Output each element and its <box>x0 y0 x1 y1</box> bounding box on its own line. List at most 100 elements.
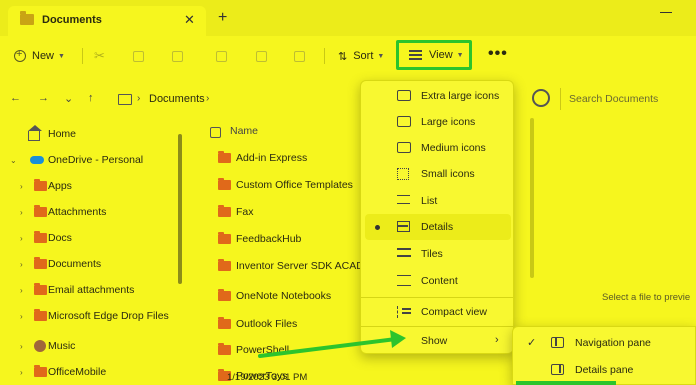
navigation-pane: Home ⌄ OneDrive - Personal › Apps › Atta… <box>0 118 190 385</box>
chevron-right-icon[interactable]: › <box>20 234 23 243</box>
menu-item-label: Navigation pane <box>575 337 651 349</box>
menu-item-tiles[interactable]: Tiles <box>365 241 511 267</box>
nav-item-music[interactable]: › Music <box>0 334 170 358</box>
nav-item-label: Docs <box>48 232 72 244</box>
nav-item-label: Email attachments <box>48 284 135 296</box>
file-row[interactable]: Add-in Express <box>216 146 376 170</box>
trash-icon <box>294 50 305 62</box>
plus-icon <box>14 48 26 62</box>
new-label: New <box>32 50 55 62</box>
nav-item-label: Microsoft Edge Drop Files <box>48 310 169 322</box>
menu-item-medium-icons[interactable]: Medium icons <box>365 135 511 161</box>
cut-button[interactable]: ✂ <box>94 44 105 68</box>
file-row[interactable]: Fax <box>216 200 376 224</box>
address-row: ← → ⌄ ↑ › Documents › Search Documents <box>0 84 696 114</box>
menu-item-details[interactable]: Details <box>365 214 511 240</box>
menu-item-extra-large-icons[interactable]: Extra large icons <box>365 83 511 109</box>
show-submenu: ✓ Navigation pane Details pane <box>512 326 696 385</box>
nav-item-officemobile[interactable]: › OfficeMobile <box>0 360 170 384</box>
chevron-right-icon[interactable]: › <box>20 312 23 321</box>
nav-item-label: OfficeMobile <box>48 366 107 378</box>
grid-icon <box>397 168 409 180</box>
nav-item-email-attachments[interactable]: › Email attachments <box>0 278 170 302</box>
view-button[interactable]: View ▼ <box>396 40 472 70</box>
menu-item-details-pane[interactable]: Details pane <box>517 357 693 383</box>
file-list-scrollbar[interactable] <box>530 118 534 278</box>
breadcrumb-chevron-icon[interactable]: › <box>206 93 209 104</box>
forward-icon[interactable]: → <box>38 92 49 104</box>
breadcrumb-chevron-icon[interactable]: › <box>137 93 140 104</box>
menu-item-large-icons[interactable]: Large icons <box>365 109 511 135</box>
sort-label: Sort <box>353 50 374 62</box>
file-name: FeedbackHub <box>236 233 302 245</box>
chevron-down-icon[interactable]: ⌄ <box>10 156 17 165</box>
more-options-button[interactable]: ••• <box>488 42 508 66</box>
music-icon <box>34 340 46 352</box>
search-input[interactable]: Search Documents <box>560 88 696 110</box>
nav-scrollbar[interactable] <box>178 134 182 284</box>
nav-item-label: Apps <box>48 180 72 192</box>
chevron-right-icon[interactable]: › <box>20 182 23 191</box>
sort-button[interactable]: ⇅ Sort ▼ <box>338 44 384 68</box>
rename-button[interactable] <box>216 44 227 68</box>
share-button[interactable] <box>256 44 267 68</box>
menu-item-label: Tiles <box>421 248 443 260</box>
menu-item-label: Content <box>421 275 458 287</box>
menu-item-label: Details <box>421 221 454 233</box>
menu-item-content[interactable]: Content <box>365 268 511 294</box>
nav-item-apps[interactable]: › Apps <box>0 174 170 198</box>
nav-item-edge-drop-files[interactable]: › Microsoft Edge Drop Files <box>0 304 170 328</box>
chevron-right-icon[interactable]: › <box>20 342 23 351</box>
menu-item-small-icons[interactable]: Small icons <box>365 161 511 187</box>
refresh-icon[interactable] <box>532 89 550 107</box>
tab-documents[interactable]: Documents ✕ <box>8 6 206 36</box>
cloud-icon <box>30 156 44 164</box>
monitor-icon <box>397 116 411 127</box>
paste-button[interactable] <box>172 44 183 68</box>
sort-icon: ⇅ <box>338 50 348 63</box>
name-column-header[interactable]: Name <box>210 122 258 142</box>
nav-item-documents[interactable]: › Documents <box>0 252 170 276</box>
menu-item-label: Extra large icons <box>421 90 500 102</box>
recent-locations-icon[interactable]: ⌄ <box>64 92 73 105</box>
list-icon <box>397 195 410 204</box>
menu-item-list[interactable]: List <box>365 188 511 214</box>
new-button[interactable]: New ▼ <box>14 44 65 68</box>
file-name: Custom Office Templates <box>236 179 353 191</box>
file-row[interactable]: FeedbackHub <box>216 227 376 251</box>
up-icon[interactable]: ↑ <box>88 92 94 104</box>
nav-item-onedrive[interactable]: ⌄ OneDrive - Personal <box>0 148 170 172</box>
delete-button[interactable] <box>294 44 305 68</box>
close-tab-icon[interactable]: ✕ <box>184 12 195 28</box>
minimize-button[interactable] <box>660 12 672 13</box>
breadcrumb[interactable]: Documents <box>149 93 205 105</box>
details-pane-message: Select a file to previe <box>602 292 691 303</box>
chevron-down-icon: ▼ <box>456 51 464 59</box>
select-all-checkbox[interactable] <box>210 126 221 138</box>
nav-item-label: Attachments <box>48 206 107 218</box>
chevron-right-icon[interactable]: › <box>20 260 23 269</box>
chevron-right-icon[interactable]: › <box>20 286 23 295</box>
chevron-right-icon[interactable]: › <box>20 208 23 217</box>
chevron-right-icon[interactable]: › <box>20 368 23 377</box>
content-icon <box>397 275 411 286</box>
menu-item-navigation-pane[interactable]: ✓ Navigation pane <box>517 330 693 356</box>
nav-item-home[interactable]: Home <box>0 122 170 146</box>
nav-item-attachments[interactable]: › Attachments <box>0 200 170 224</box>
file-name: OneNote Notebooks <box>236 290 332 302</box>
menu-item-compact-view[interactable]: Compact view <box>365 299 511 325</box>
folder-icon <box>218 289 231 301</box>
monitor-icon <box>397 142 411 153</box>
file-row[interactable]: OneNote Notebooks <box>216 284 376 308</box>
file-row[interactable]: Inventor Server SDK ACAD 2 <box>216 254 376 278</box>
monitor-icon <box>397 90 411 101</box>
copy-button[interactable] <box>133 44 144 68</box>
annotation-arrow-icon <box>258 330 406 358</box>
back-icon[interactable]: ← <box>10 92 21 104</box>
submenu-highlight-bar <box>516 381 616 385</box>
folder-icon <box>218 343 231 355</box>
file-row[interactable]: Custom Office Templates <box>216 173 376 197</box>
new-tab-button[interactable]: + <box>218 10 227 26</box>
nav-item-docs[interactable]: › Docs <box>0 226 170 250</box>
folder-icon <box>20 11 34 25</box>
